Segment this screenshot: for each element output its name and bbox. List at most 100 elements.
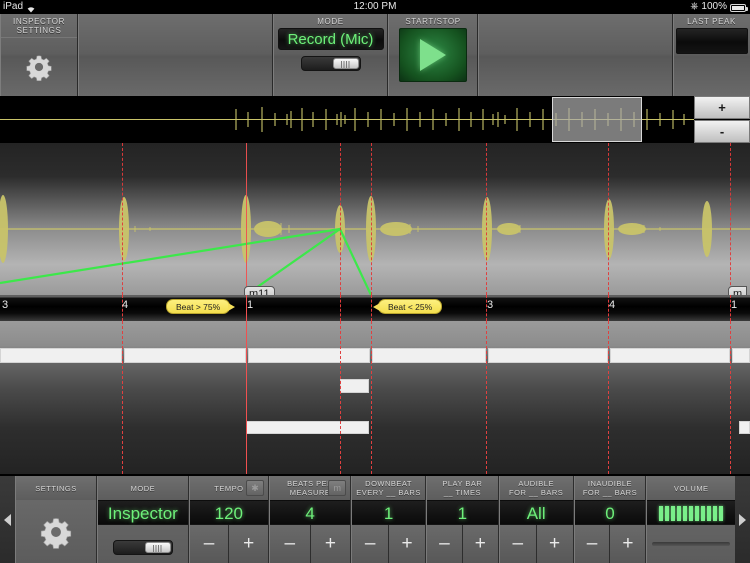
field-beats-per-measure: BEATS PER MEASURE m 4 – + xyxy=(268,476,352,563)
waveform-display xyxy=(0,195,750,295)
ruler-number: 4 xyxy=(122,299,129,311)
field-playbar-header: PLAY BAR __ TIMES xyxy=(426,476,498,500)
beat-line xyxy=(340,143,341,295)
audible-increment-button[interactable]: + xyxy=(535,525,573,563)
overview-waveform-strip[interactable]: + - xyxy=(0,96,750,143)
play-triangle-icon xyxy=(420,39,446,71)
field-tempo-stepper: – + xyxy=(189,525,268,563)
toggle-knob xyxy=(144,541,171,553)
field-audible-header: AUDIBLE FOR __ BARS xyxy=(499,476,573,500)
note-block[interactable] xyxy=(610,348,730,363)
note-block[interactable] xyxy=(124,348,246,363)
field-bpm-header: BEATS PER MEASURE m xyxy=(269,476,351,500)
waveform-editor[interactable]: m11 m xyxy=(0,143,750,295)
start-stop-panel: START/STOP xyxy=(388,14,478,96)
beat-line xyxy=(122,143,123,295)
field-playbar-value: 1 xyxy=(426,500,498,525)
grid-line-current xyxy=(246,321,247,474)
field-tempo-value: 120 xyxy=(189,500,268,525)
grid-line xyxy=(371,321,372,474)
field-inaudible-label: INAUDIBLE FOR __ BARS xyxy=(582,479,638,497)
downbeat-decrement-button[interactable]: – xyxy=(352,525,389,563)
note-block[interactable] xyxy=(340,379,369,393)
inspector-gear-button[interactable] xyxy=(24,38,54,96)
field-mode-label: MODE xyxy=(130,483,156,493)
tempo-tap-button[interactable]: ✱ xyxy=(245,480,264,496)
field-mode-header: MODE xyxy=(98,476,188,500)
note-block[interactable] xyxy=(372,348,486,363)
inaudible-increment-button[interactable]: + xyxy=(609,525,646,563)
note-block[interactable] xyxy=(739,421,750,434)
field-inaudible-header: INAUDIBLE FOR __ BARS xyxy=(574,476,646,500)
overview-selection-window[interactable] xyxy=(552,97,642,142)
grid-line xyxy=(486,321,487,474)
bluetooth-icon: ⎈ xyxy=(690,1,699,12)
note-block[interactable] xyxy=(732,348,750,363)
field-audible: AUDIBLE FOR __ BARS All – + xyxy=(498,476,574,563)
battery-full-icon xyxy=(730,4,748,12)
toolbar-scroll-left-button[interactable] xyxy=(0,476,15,563)
field-playbar-label: PLAY BAR __ TIMES xyxy=(442,479,483,497)
field-mode-control xyxy=(98,525,188,563)
tempo-decrement-button[interactable]: – xyxy=(189,525,229,563)
app-screen: iPad 12:00 PM ⎈ 100% INSPECTOR SETTINGS xyxy=(0,0,750,563)
mode-toggle-switch[interactable] xyxy=(300,56,361,71)
gear-icon xyxy=(26,55,52,81)
last-peak-label: LAST PEAK xyxy=(687,17,736,26)
beat-badge-right[interactable]: Beat < 25% xyxy=(372,299,443,314)
downbeat-increment-button[interactable]: + xyxy=(388,525,425,563)
bpm-measure-button[interactable]: m xyxy=(328,480,347,496)
zoom-in-button[interactable]: + xyxy=(694,96,750,119)
beat-badge-left[interactable]: Beat > 75% xyxy=(166,299,236,314)
last-peak-panel: LAST PEAK xyxy=(673,14,749,96)
beat-line xyxy=(371,143,372,295)
field-inaudible: INAUDIBLE FOR __ BARS 0 – + xyxy=(573,476,647,563)
toolbar-scroll-right-button[interactable] xyxy=(735,476,750,563)
ios-status-bar: iPad 12:00 PM ⎈ 100% xyxy=(0,0,750,14)
note-block[interactable] xyxy=(248,348,370,363)
measure-marker-label-right[interactable]: m xyxy=(728,286,748,295)
field-downbeat-value: 1 xyxy=(352,500,425,525)
tempo-increment-button[interactable]: + xyxy=(228,525,268,563)
inaudible-decrement-button[interactable]: – xyxy=(574,525,610,563)
bpm-increment-button[interactable]: + xyxy=(309,525,351,563)
note-block[interactable] xyxy=(0,348,122,363)
ruler-tick xyxy=(371,295,372,321)
audible-decrement-button[interactable]: – xyxy=(499,525,536,563)
ruler-number: 1 xyxy=(247,299,254,311)
battery-percent: 100% xyxy=(701,1,727,12)
field-audible-value: All xyxy=(499,500,573,525)
field-inaudible-value: 0 xyxy=(574,500,646,525)
chevron-right-icon xyxy=(739,513,747,526)
settings-label: SETTINGS xyxy=(35,483,77,493)
note-block[interactable] xyxy=(246,421,369,434)
note-block[interactable] xyxy=(488,348,608,363)
mode-display: Record (Mic) xyxy=(277,28,384,50)
field-play-bar: PLAY BAR __ TIMES 1 – + xyxy=(425,476,499,563)
ruler-tick xyxy=(340,295,341,321)
bpm-decrement-button[interactable]: – xyxy=(269,525,310,563)
settings-panel[interactable]: SETTINGS xyxy=(14,476,98,563)
note-grid[interactable] xyxy=(0,321,750,475)
measure-marker-label[interactable]: m11 xyxy=(244,286,275,295)
toggle-knob xyxy=(332,58,359,69)
beat-ruler[interactable]: 3 4 1 3 4 1 Beat > 75% Beat < 25% xyxy=(0,295,750,321)
playbar-decrement-button[interactable]: – xyxy=(426,525,462,563)
top-toolbar: INSPECTOR SETTINGS MODE Record (Mic) STA… xyxy=(0,14,750,96)
field-bpm-label: BEATS PER MEASURE xyxy=(287,479,334,497)
playbar-increment-button[interactable]: + xyxy=(461,525,498,563)
field-audible-label: AUDIBLE FOR __ BARS xyxy=(509,479,564,497)
tempo-map-lines xyxy=(0,227,372,295)
last-peak-display xyxy=(675,28,748,54)
settings-gear-button[interactable] xyxy=(38,500,74,563)
ruler-number: 1 xyxy=(731,299,738,311)
zoom-out-button[interactable]: - xyxy=(694,120,750,143)
mode-toggle-switch-bottom[interactable] xyxy=(112,539,173,555)
field-bpm-stepper: – + xyxy=(269,525,351,563)
overview-zoom-controls: + - xyxy=(694,96,750,143)
inspector-settings-panel[interactable]: INSPECTOR SETTINGS xyxy=(0,14,78,96)
start-stop-button[interactable] xyxy=(399,28,467,82)
field-inaudible-stepper: – + xyxy=(574,525,646,563)
bottom-toolbar: SETTINGS MODE Inspector TEMPO ✱ 120 – + … xyxy=(0,476,750,563)
volume-slider[interactable] xyxy=(647,525,735,563)
